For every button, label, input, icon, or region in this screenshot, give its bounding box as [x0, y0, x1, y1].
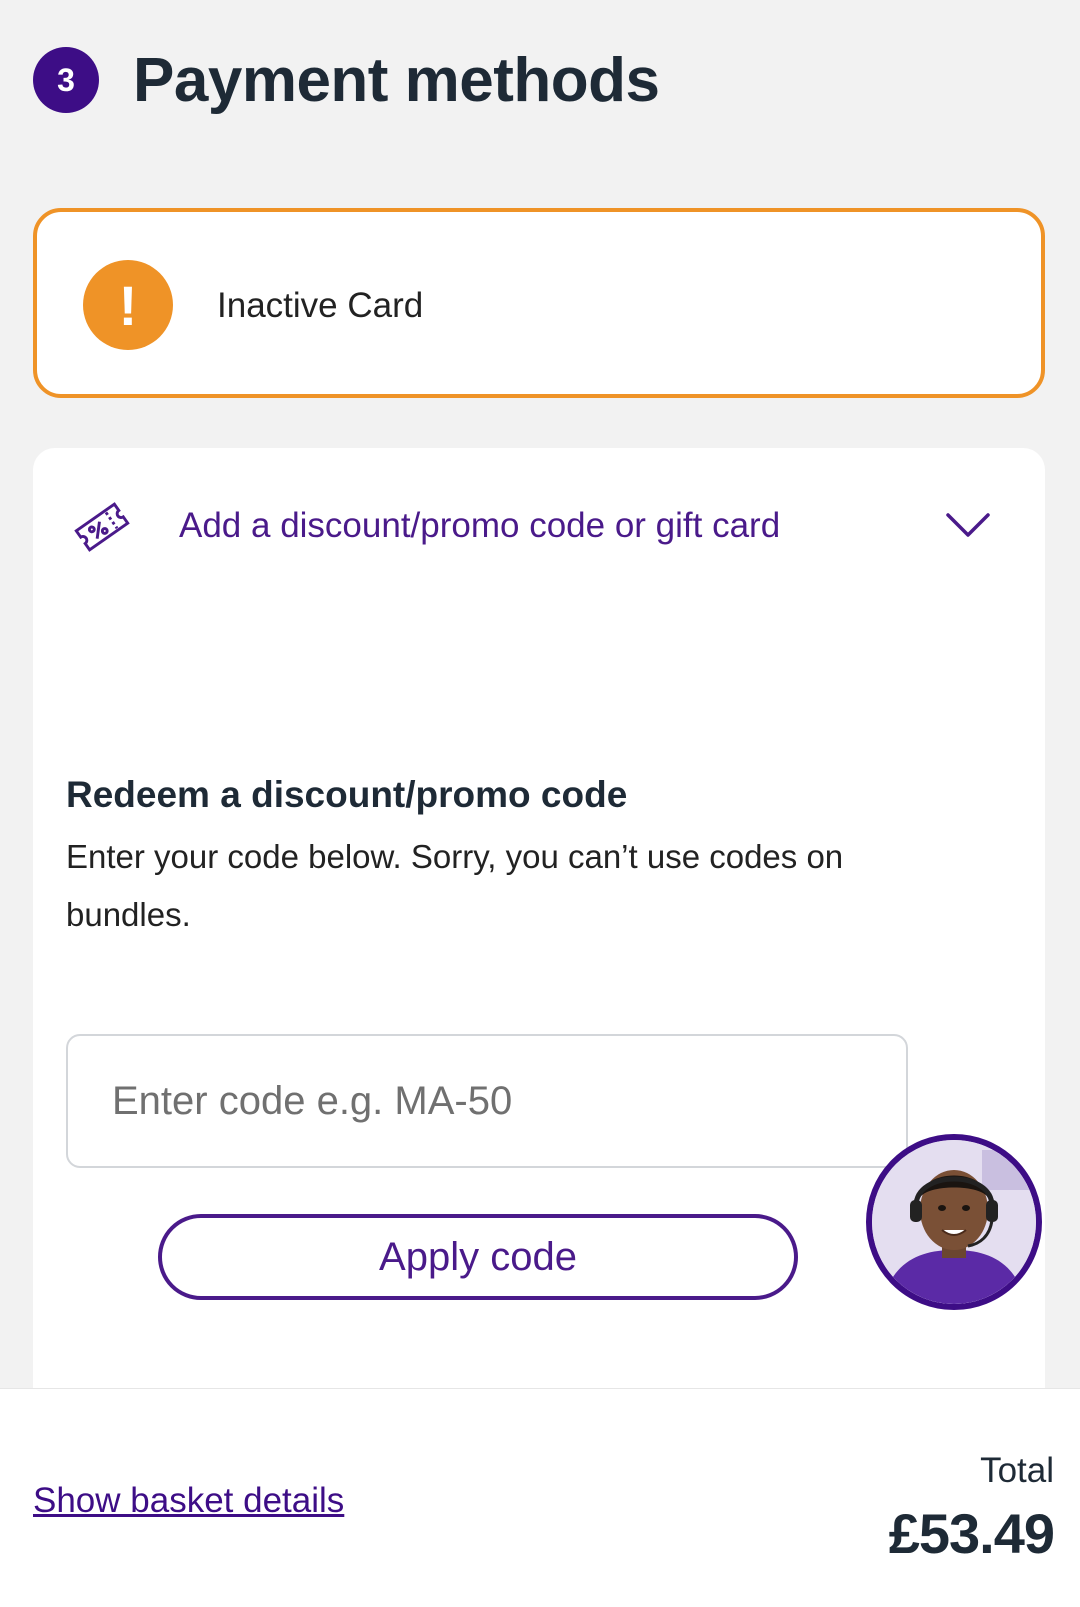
total-label: Total	[980, 1451, 1054, 1490]
step-number-badge: 3	[33, 47, 99, 113]
promo-toggle-label: Add a discount/promo code or gift card	[179, 506, 781, 545]
redeem-title: Redeem a discount/promo code	[66, 774, 628, 815]
alert-text: Inactive Card	[217, 286, 424, 325]
discount-ticket-icon	[74, 502, 130, 552]
inactive-card-alert[interactable]: ! Inactive Card	[33, 208, 1045, 398]
exclamation-icon: !	[83, 260, 173, 350]
agent-photo	[872, 1140, 1036, 1304]
total-value: £53.49	[888, 1502, 1055, 1565]
basket-footer: Show basket details Total £53.49	[0, 1388, 1080, 1607]
chevron-down-icon	[946, 513, 990, 537]
page-title: Payment methods	[133, 45, 660, 115]
promo-code-input[interactable]	[66, 1034, 908, 1168]
step-header: 3 Payment methods	[33, 40, 660, 120]
live-chat-agent-avatar[interactable]	[866, 1134, 1042, 1310]
promo-toggle[interactable]: Add a discount/promo code or gift card	[33, 488, 1045, 568]
show-basket-details-link[interactable]: Show basket details	[33, 1481, 344, 1521]
promo-panel: Add a discount/promo code or gift card R…	[33, 448, 1045, 1448]
apply-code-button[interactable]: Apply code	[158, 1214, 798, 1300]
redeem-description: Enter your code below. Sorry, you can’t …	[66, 838, 844, 933]
